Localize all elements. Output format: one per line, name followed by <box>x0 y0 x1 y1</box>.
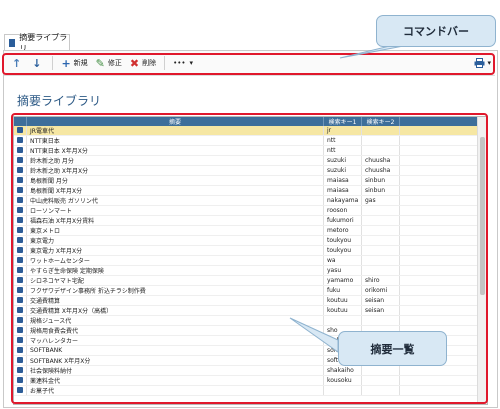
page-title: 摘要ライブラリ <box>17 94 102 108</box>
command-bar-highlight <box>2 53 495 75</box>
command-bar-callout: コマンドバー <box>376 15 496 47</box>
summary-list-callout: 摘要一覧 <box>338 331 447 366</box>
screenshot-frame: 摘要ライブラリ ↑ ↓ + 新規 ✎ 修正 ✖ 削除 ••• ▾ ▾ 摘要ライブラリ 摘… <box>0 0 500 409</box>
document-icon <box>9 38 16 47</box>
tab-summary-library[interactable]: 摘要ライブラリ <box>4 33 70 53</box>
